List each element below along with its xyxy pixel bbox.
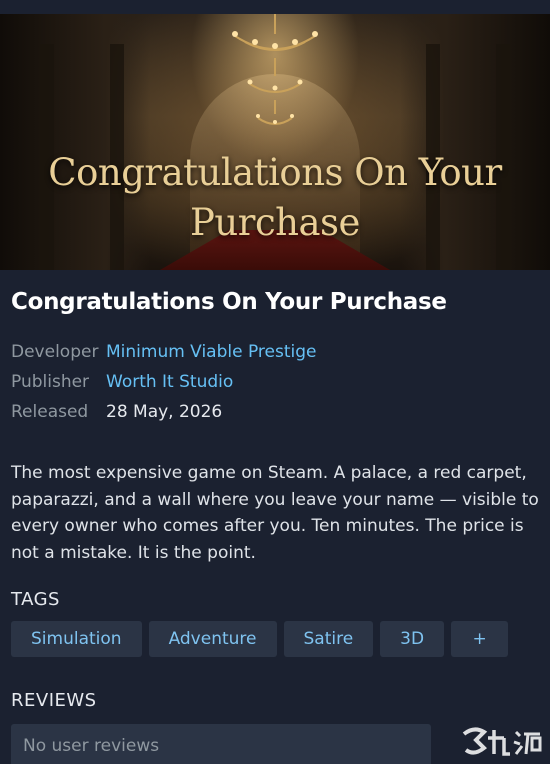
developer-row: Developer Minimum Viable Prestige [11,337,316,367]
publisher-link[interactable]: Worth It Studio [106,372,233,392]
game-title: Congratulations On Your Purchase [11,289,447,315]
top-bar [0,0,550,14]
developer-link[interactable]: Minimum Viable Prestige [106,342,316,362]
publisher-label: Publisher [11,372,90,392]
reviews-heading: REVIEWS [11,690,97,711]
tag-adventure[interactable]: Adventure [148,621,277,657]
site-logo-icon [460,722,550,762]
hero-banner-image: Congratulations On Your Purchase [0,14,550,270]
released-row: Released 28 May, 2026 [11,397,316,427]
tags-heading: TAGS [11,589,60,610]
hero-title-text: Congratulations On Your Purchase [0,148,550,248]
game-meta: Developer Minimum Viable Prestige Publis… [11,337,316,427]
tag-list: Simulation Adventure Satire 3D + [11,621,509,657]
tag-simulation[interactable]: Simulation [11,621,142,657]
game-description: The most expensive game on Steam. A pala… [11,463,539,563]
release-date: 28 May, 2026 [106,402,223,422]
tag-3d[interactable]: 3D [380,621,445,657]
released-label: Released [11,402,89,422]
developer-label: Developer [11,342,99,362]
reviews-box: No user reviews [11,724,431,764]
hero-title-line2: Purchase [190,201,360,244]
more-tags-button[interactable]: + [451,621,509,657]
publisher-row: Publisher Worth It Studio [11,367,316,397]
no-reviews-text: No user reviews [23,736,160,756]
hero-title-line1: Congratulations On Your [48,151,502,194]
tag-satire[interactable]: Satire [283,621,374,657]
watermark-logo-icon [462,727,542,756]
